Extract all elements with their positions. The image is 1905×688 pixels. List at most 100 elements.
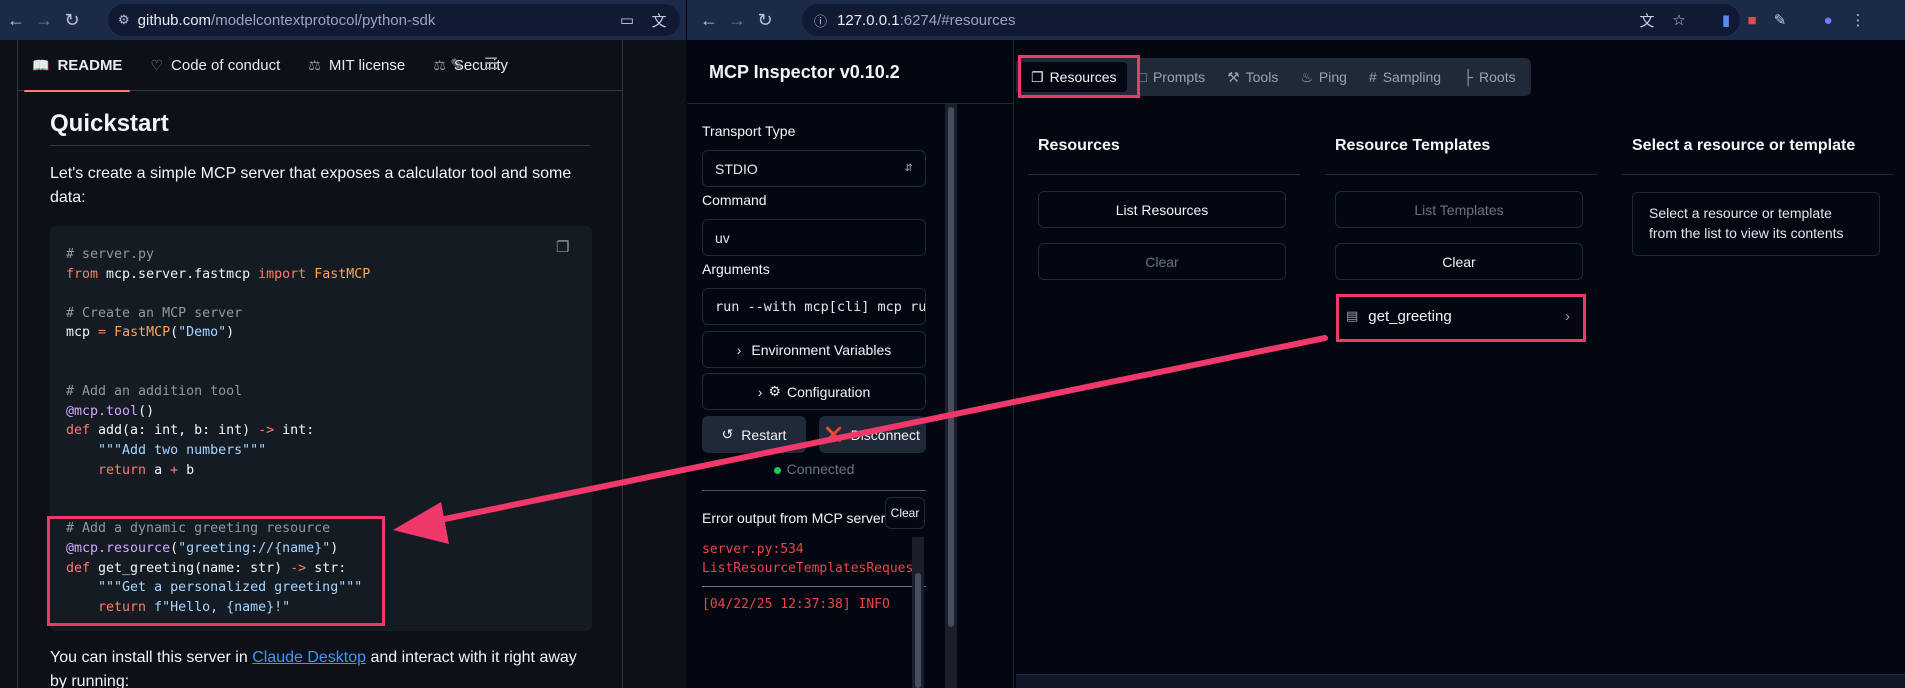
tab-tools[interactable]: ⚒ Tools bbox=[1216, 62, 1289, 92]
configuration-button[interactable]: › ⚙ Configuration bbox=[702, 373, 926, 410]
back-icon[interactable]: ← bbox=[2, 6, 30, 34]
detail-divider bbox=[1622, 174, 1894, 175]
scale-icon: ⚖ bbox=[308, 56, 321, 73]
info-icon[interactable]: ⓘ bbox=[814, 11, 827, 30]
sidebar-scrollbar[interactable] bbox=[945, 104, 957, 688]
error-output-title: Error output from MCP server bbox=[702, 510, 886, 526]
resources-divider bbox=[1028, 174, 1300, 175]
edit-icon[interactable]: ✎ bbox=[450, 55, 463, 75]
readme-tabs: 📖 README ♡ Code of conduct ⚖ MIT license ⚖ S… bbox=[18, 40, 622, 92]
claude-desktop-link[interactable]: Claude Desktop bbox=[252, 649, 366, 666]
detail-placeholder-box: Select a resource or template from the l… bbox=[1632, 192, 1880, 256]
connection-status: Connected bbox=[702, 461, 926, 477]
back-icon[interactable]: ← bbox=[695, 6, 723, 34]
outro-text: You can install this server in bbox=[50, 649, 253, 666]
outline-icon[interactable]: ☰ bbox=[484, 54, 498, 74]
menu-kebab-icon[interactable]: ⋮ bbox=[1847, 9, 1869, 31]
unplug-icon: ❌ bbox=[825, 426, 843, 442]
bookmark-star-icon[interactable]: ☆ bbox=[1668, 9, 1690, 31]
forward-icon[interactable]: → bbox=[30, 6, 58, 34]
forward-icon[interactable]: → bbox=[723, 6, 751, 34]
tab-security[interactable]: ⚖ Security bbox=[419, 40, 522, 91]
resources-tab-highlight-box bbox=[1018, 55, 1140, 98]
resources-clear-button[interactable]: Clear bbox=[1038, 243, 1286, 280]
site-settings-icon[interactable]: ⚙ bbox=[118, 12, 130, 28]
transport-type-label: Transport Type bbox=[702, 123, 796, 139]
extension-shield-icon[interactable]: ▮ bbox=[1715, 9, 1737, 31]
outro-paragraph: You can install this server in Claude De… bbox=[50, 646, 590, 688]
tab-label: Tools bbox=[1245, 69, 1279, 85]
reload-icon[interactable]: ↻ bbox=[751, 6, 779, 34]
intro-paragraph: Let's create a simple MCP server that ex… bbox=[50, 165, 572, 206]
bell-icon: ♨ bbox=[1300, 68, 1313, 85]
error-clear-button[interactable]: Clear bbox=[885, 497, 925, 529]
code-line: from mcp.server.fastmcp import FastMCP bbox=[66, 266, 371, 282]
gear-icon: ⚙ bbox=[768, 383, 781, 399]
chevron-right-icon: › bbox=[757, 383, 763, 400]
transport-value: STDIO bbox=[715, 160, 758, 177]
disconnect-button[interactable]: ❌ Disconnect bbox=[819, 416, 926, 453]
code-line: @mcp.tool() bbox=[66, 403, 155, 419]
templates-clear-button[interactable]: Clear bbox=[1335, 243, 1583, 280]
translate-icon[interactable]: 文 bbox=[648, 9, 670, 31]
tab-sampling[interactable]: # Sampling bbox=[1358, 62, 1452, 92]
heading-divider bbox=[50, 145, 590, 146]
pdf-extension-icon[interactable]: ■ bbox=[1741, 9, 1763, 31]
scroll-thumb[interactable] bbox=[915, 573, 921, 688]
status-dot-icon bbox=[773, 466, 781, 474]
templates-divider bbox=[1325, 174, 1597, 175]
translate-icon[interactable]: 文 bbox=[1636, 9, 1658, 31]
tab-roots[interactable]: ├ Roots bbox=[1452, 62, 1527, 92]
chevron-updown-icon: ⇵ bbox=[904, 163, 913, 174]
profile-avatar-icon[interactable]: ● bbox=[1817, 9, 1839, 31]
resource-templates-title: Resource Templates bbox=[1335, 137, 1491, 154]
transport-type-select[interactable]: STDIO ⇵ bbox=[702, 150, 926, 187]
tab-code-of-conduct[interactable]: ♡ Code of conduct bbox=[136, 40, 294, 91]
url-host: 127.0.0.1 bbox=[837, 11, 900, 29]
code-line: # server.py bbox=[66, 247, 155, 262]
restart-button[interactable]: ↺ Restart bbox=[702, 416, 806, 453]
arguments-label: Arguments bbox=[702, 261, 770, 277]
sidebar-scroll-thumb[interactable] bbox=[948, 107, 954, 627]
list-resources-button[interactable]: List Resources bbox=[1038, 191, 1286, 228]
arguments-input[interactable]: run --with mcp[cli] mcp run /U bbox=[702, 288, 926, 325]
error-line: [04/22/25 12:37:38] INFO bbox=[702, 597, 890, 612]
tab-readme[interactable]: 📖 README bbox=[18, 40, 136, 92]
tab-ping[interactable]: ♨ Ping bbox=[1289, 62, 1358, 92]
error-output-log: server.py:534 ListResourceTemplatesReque… bbox=[702, 540, 926, 614]
extensions-puzzle-icon[interactable]: ✎ bbox=[1769, 9, 1791, 31]
tab-label: MIT license bbox=[328, 56, 406, 74]
code-line: def add(a: int, b: int) -> int: bbox=[66, 423, 315, 439]
error-line: server.py:534 bbox=[702, 542, 804, 557]
tab-label: Ping bbox=[1318, 69, 1347, 85]
copy-icon[interactable]: ❐ bbox=[556, 238, 578, 260]
book-icon: 📖 bbox=[32, 56, 50, 73]
restart-label: Restart bbox=[741, 426, 787, 443]
command-label: Command bbox=[702, 192, 767, 208]
heart-icon: ♡ bbox=[150, 56, 164, 73]
config-button-label: Configuration bbox=[786, 383, 871, 400]
address-bar[interactable]: ⓘ 127.0.0.1:6274/#resources bbox=[802, 4, 1740, 36]
environment-variables-button[interactable]: › Environment Variables bbox=[702, 331, 926, 368]
bottom-resize-bar[interactable] bbox=[1016, 674, 1905, 688]
cast-icon[interactable]: ▭ bbox=[616, 9, 638, 31]
error-log-scrollbar[interactable] bbox=[912, 537, 924, 688]
code-line: # Create an MCP server bbox=[66, 305, 243, 321]
list-templates-button[interactable]: List Templates bbox=[1335, 191, 1583, 228]
browser-toolbar: ← → ↻ ⓘ 127.0.0.1:6274/#resources 文 ☆ ▮ … bbox=[687, 0, 1905, 40]
reload-icon[interactable]: ↻ bbox=[58, 6, 86, 34]
inspector-sidebar: MCP Inspector v0.10.2 Transport Type STD… bbox=[687, 40, 1014, 688]
status-divider bbox=[702, 490, 926, 491]
address-bar[interactable]: ⚙ github.com/modelcontextprotocol/python… bbox=[108, 4, 680, 36]
code-line: return a + b bbox=[98, 462, 195, 478]
tab-mit-license[interactable]: ⚖ MIT license bbox=[294, 40, 419, 91]
command-input[interactable]: uv bbox=[702, 219, 926, 256]
disconnect-label: Disconnect bbox=[850, 426, 920, 443]
hash-icon: # bbox=[1368, 69, 1377, 85]
chevron-right-icon: › bbox=[736, 341, 742, 358]
tab-prompts[interactable]: □ Prompts bbox=[1127, 62, 1216, 92]
detail-title: Select a resource or template bbox=[1632, 137, 1856, 154]
browser-toolbar: ← → ↻ ⚙ github.com/modelcontextprotocol/… bbox=[0, 0, 686, 40]
